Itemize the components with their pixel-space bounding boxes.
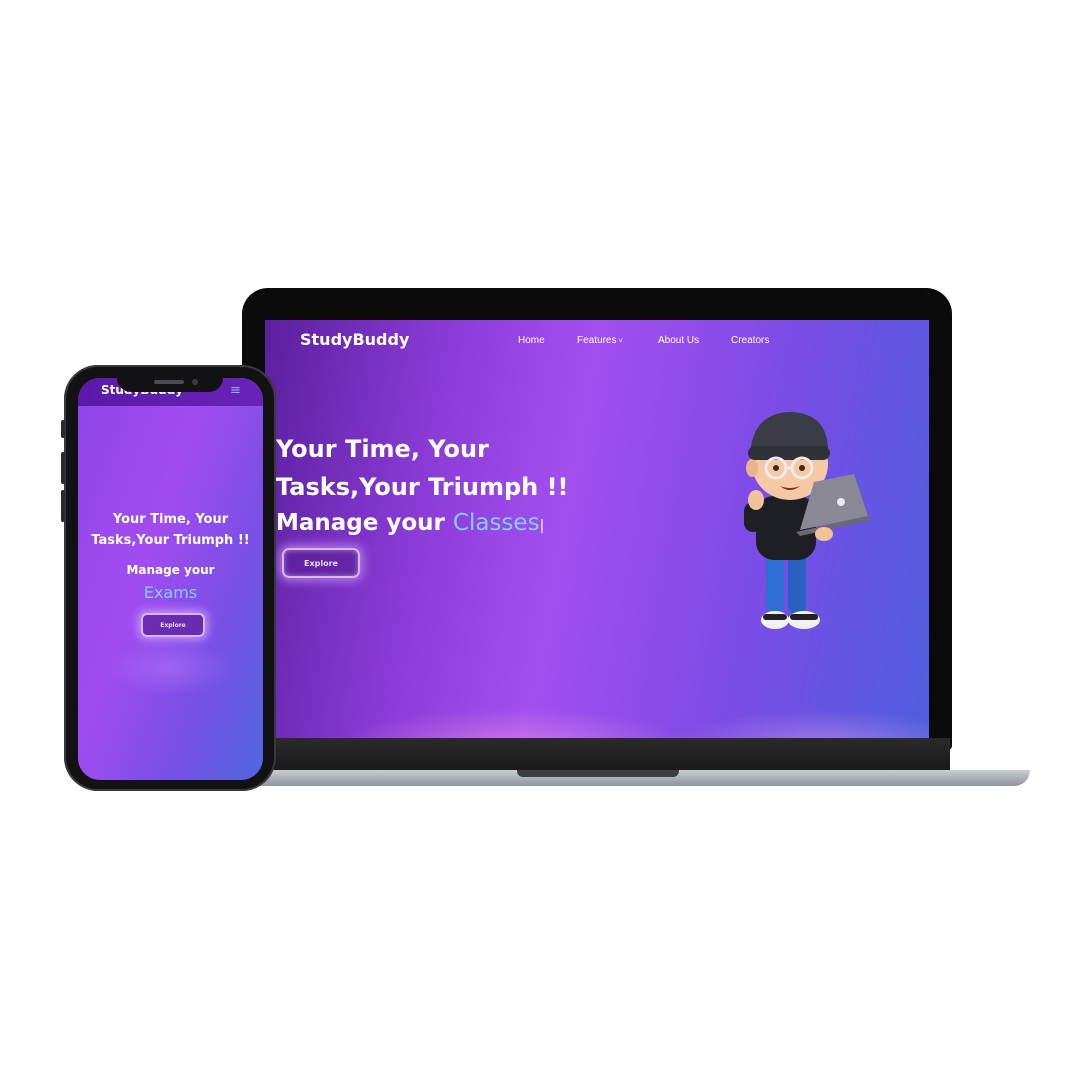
brand-logo[interactable]: StudyBuddy [300,330,409,349]
nav-about-us[interactable]: About Us [658,335,699,346]
hero-typing-line: Manage your Classes| [276,510,544,536]
explore-button[interactable]: Explore [282,548,360,578]
phone-volume-down [61,490,65,522]
laptop-screen: StudyBuddy Home Features ˅ About Us Creat… [265,320,929,738]
nav-features-label: Features [577,335,617,346]
hero-title-line-2: Tasks,Your Triumph !! [276,473,569,501]
laptop-hinge-notch [517,770,679,777]
hero-manage-prefix: Manage your [276,510,445,536]
phone-speaker [154,380,184,384]
phone-hero-title-line-2: Tasks,Your Triumph !! [91,533,250,548]
chevron-down-icon: ˅ [618,338,623,345]
phone-manage-prefix: Manage your [126,563,215,577]
laptop-chin [262,738,950,770]
phone-hero-title-line-1: Your Time, Your [112,512,229,527]
phone-volume-up [61,452,65,484]
hero-title: Your Time, Your Tasks,Your Triumph !! [276,430,606,506]
hero-typed-word: Classes [452,510,540,536]
phone-mute-switch [61,420,65,438]
phone-screen: StudyBuddy ≡ Your Time, Your Tasks,Your … [78,378,263,780]
boy-with-laptop-illustration [744,412,872,629]
nav-creators[interactable]: Creators [731,335,769,346]
phone-hero-title: Your Time, Your Tasks,Your Triumph !! [78,509,263,551]
hamburger-menu-icon[interactable]: ≡ [230,383,241,398]
typing-caret: | [539,518,545,534]
nav-home[interactable]: Home [518,335,545,346]
phone-explore-button[interactable]: Explore [141,613,205,637]
phone-typed-word: Exams [143,583,198,602]
nav-features[interactable]: Features ˅ [577,335,623,346]
phone-camera [192,379,198,385]
hero-title-line-1: Your Time, Your [276,435,489,463]
